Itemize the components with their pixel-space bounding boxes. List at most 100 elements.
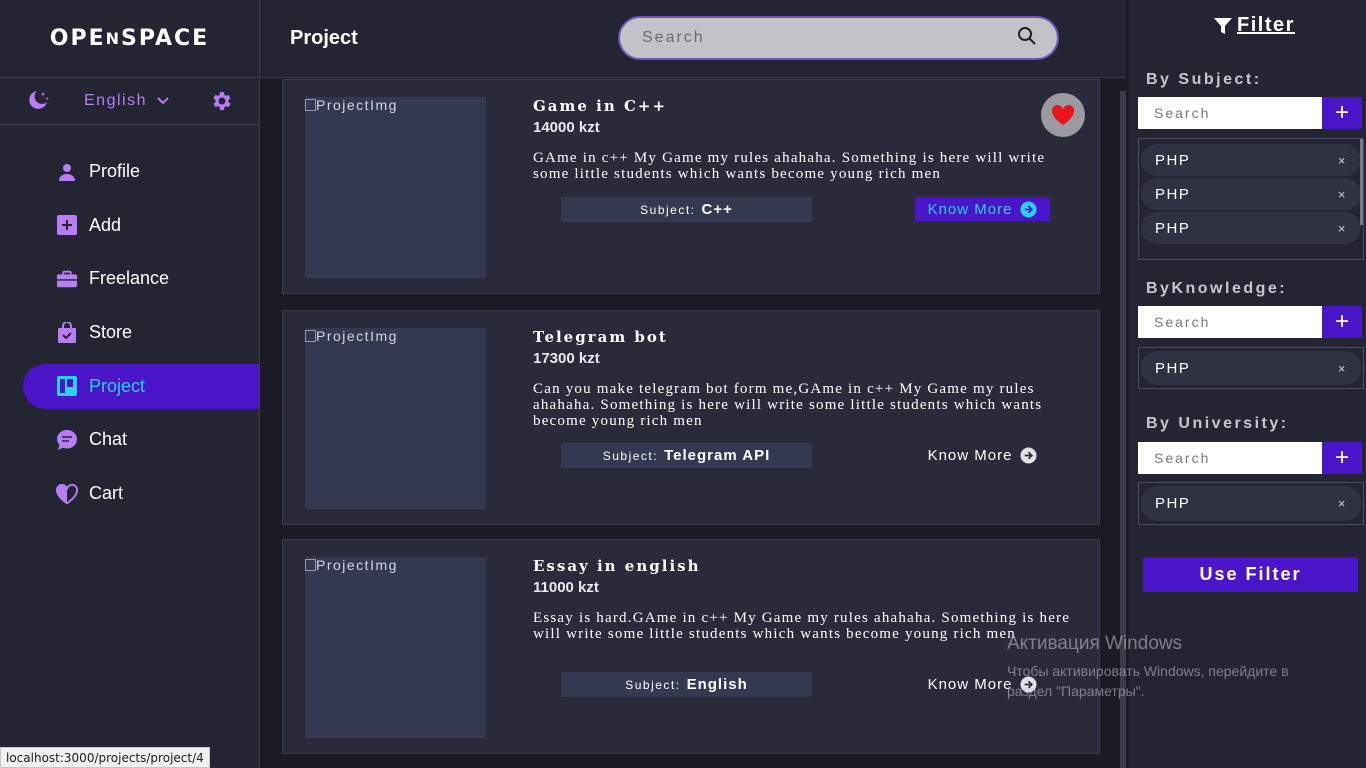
sidebar-item-chat[interactable]: Chat bbox=[0, 417, 259, 462]
project-price: 11000 kzt bbox=[533, 579, 599, 596]
image-alt-text: ProjectImg bbox=[316, 97, 398, 113]
know-more-label: Know More bbox=[927, 446, 1013, 464]
tag-label: PHP bbox=[1155, 151, 1191, 169]
sidebar-item-freelance[interactable]: Freelance bbox=[0, 256, 259, 301]
gear-icon[interactable] bbox=[209, 89, 233, 113]
subject-label: Subject: bbox=[640, 202, 696, 217]
project-subject: Subject: Telegram API bbox=[561, 443, 812, 468]
filter-tag: PHP × bbox=[1141, 212, 1361, 244]
broken-image-icon bbox=[305, 559, 316, 571]
top-search-input[interactable] bbox=[642, 29, 1017, 47]
watermark-text: Чтобы активировать Windows, перейдите в … bbox=[1007, 663, 1289, 699]
sidebar-item-label: Freelance bbox=[89, 268, 170, 289]
sidebar-item-label: Cart bbox=[89, 483, 124, 504]
subject-label: Subject: bbox=[602, 448, 659, 463]
settings-row: English bbox=[0, 78, 259, 125]
project-description: Can you make telegram bot form me,GAme i… bbox=[533, 381, 1043, 429]
filter-university-search: + bbox=[1138, 442, 1362, 474]
remove-tag-button[interactable]: × bbox=[1338, 153, 1347, 168]
use-filter-button[interactable]: Use Filter bbox=[1143, 557, 1358, 592]
filter-university-input[interactable] bbox=[1138, 442, 1322, 474]
remove-tag-button[interactable]: × bbox=[1338, 187, 1347, 202]
top-search-bar[interactable] bbox=[618, 16, 1059, 60]
remove-tag-button[interactable]: × bbox=[1338, 221, 1347, 236]
favorite-button[interactable] bbox=[1041, 93, 1085, 137]
heart-half-icon bbox=[56, 483, 78, 505]
subject-value: C++ bbox=[701, 201, 733, 218]
filter-title-label: Filter bbox=[1237, 14, 1295, 36]
filter-tag: PHP × bbox=[1141, 351, 1361, 385]
kanban-icon bbox=[56, 375, 78, 397]
add-university-button[interactable]: + bbox=[1322, 442, 1362, 474]
project-title: Essay in english bbox=[533, 557, 701, 575]
sidebar-item-project[interactable]: Project bbox=[23, 363, 259, 409]
project-card: ProjectImg Essay in english 11000 kzt Es… bbox=[282, 539, 1100, 754]
subject-tags: PHP × PHP × PHP × bbox=[1138, 138, 1364, 260]
sidebar-item-label: Profile bbox=[89, 161, 141, 181]
add-subject-button[interactable]: + bbox=[1322, 97, 1362, 129]
filter-tag: PHP × bbox=[1141, 486, 1361, 521]
language-label: English bbox=[84, 92, 147, 109]
tag-label: PHP bbox=[1155, 495, 1191, 512]
project-image: ProjectImg bbox=[305, 97, 486, 278]
know-more-button[interactable]: Know More bbox=[915, 197, 1050, 221]
project-card: ProjectImg Telegram bot 17300 kzt Can yo… bbox=[282, 310, 1100, 525]
app-logo[interactable]: OPE N SPACE bbox=[0, 0, 259, 78]
filter-knowledge-label: ByKnowledge: bbox=[1146, 280, 1288, 297]
dark-mode-moon-icon[interactable] bbox=[26, 89, 50, 113]
project-subject: Subject: English bbox=[561, 672, 812, 697]
page-title: Project bbox=[290, 27, 358, 49]
logo-text-1: OPE bbox=[49, 26, 106, 51]
tags-scrollbar[interactable] bbox=[1360, 139, 1363, 225]
sidebar-item-cart[interactable]: Cart bbox=[0, 471, 259, 516]
know-more-label: Know More bbox=[927, 200, 1013, 218]
briefcase-icon bbox=[56, 268, 78, 290]
sidebar-item-label: Project bbox=[89, 375, 146, 396]
language-select[interactable]: English bbox=[84, 92, 169, 110]
logo-text-3: SPACE bbox=[121, 26, 210, 51]
project-subject: Subject: C++ bbox=[561, 197, 812, 222]
remove-tag-button[interactable]: × bbox=[1338, 361, 1347, 376]
tag-label: PHP bbox=[1155, 185, 1191, 203]
heart-icon bbox=[1051, 104, 1075, 125]
filter-subject-search: + bbox=[1138, 97, 1362, 129]
windows-activation-watermark: Активация Windows Чтобы активировать Win… bbox=[1007, 633, 1317, 701]
image-alt-text: ProjectImg bbox=[316, 557, 398, 573]
filter-subject-label: By Subject: bbox=[1146, 71, 1262, 88]
plus-square-icon bbox=[56, 214, 78, 236]
status-bar-url: localhost:3000/projects/project/4 bbox=[0, 747, 210, 768]
image-alt-text: ProjectImg bbox=[316, 328, 398, 344]
university-tags: PHP × bbox=[1138, 482, 1364, 525]
filter-knowledge-search: + bbox=[1138, 306, 1362, 338]
project-title: Telegram bot bbox=[533, 328, 668, 346]
sidebar-item-label: Store bbox=[89, 322, 133, 343]
sidebar-item-profile[interactable]: Profile bbox=[0, 149, 259, 194]
project-description: GAme in c++ My Game my rules ahahaha. So… bbox=[533, 150, 1046, 182]
know-more-label: Know More bbox=[927, 675, 1013, 693]
project-image: ProjectImg bbox=[305, 557, 486, 738]
project-price: 14000 kzt bbox=[533, 119, 600, 136]
project-title: Game in C++ bbox=[533, 97, 668, 115]
sidebar: OPE N SPACE English Profile Add Freelanc… bbox=[0, 0, 260, 768]
tag-label: PHP bbox=[1155, 219, 1191, 237]
search-icon[interactable] bbox=[1017, 26, 1037, 51]
project-list: ProjectImg Game in C++ 14000 kzt GAme in… bbox=[260, 79, 1126, 768]
add-knowledge-button[interactable]: + bbox=[1322, 306, 1362, 338]
tag-label: PHP bbox=[1155, 359, 1191, 377]
funnel-icon bbox=[1214, 17, 1232, 34]
shopping-bag-icon bbox=[56, 321, 78, 344]
know-more-button[interactable]: Know More bbox=[915, 443, 1050, 467]
remove-tag-button[interactable]: × bbox=[1338, 496, 1347, 511]
filter-tag: PHP × bbox=[1141, 178, 1361, 210]
arrow-right-circle-icon bbox=[1020, 446, 1037, 464]
sidebar-item-label: Chat bbox=[89, 429, 128, 450]
filter-knowledge-input[interactable] bbox=[1138, 306, 1322, 338]
sidebar-item-add[interactable]: Add bbox=[0, 203, 259, 248]
filter-subject-input[interactable] bbox=[1138, 97, 1322, 129]
broken-image-icon bbox=[305, 99, 316, 111]
sidebar-item-store[interactable]: Store bbox=[0, 310, 259, 355]
filter-title[interactable]: Filter bbox=[1213, 14, 1295, 37]
project-price: 17300 kzt bbox=[533, 350, 600, 367]
subject-value: Telegram API bbox=[664, 447, 771, 464]
project-image: ProjectImg bbox=[305, 328, 486, 509]
